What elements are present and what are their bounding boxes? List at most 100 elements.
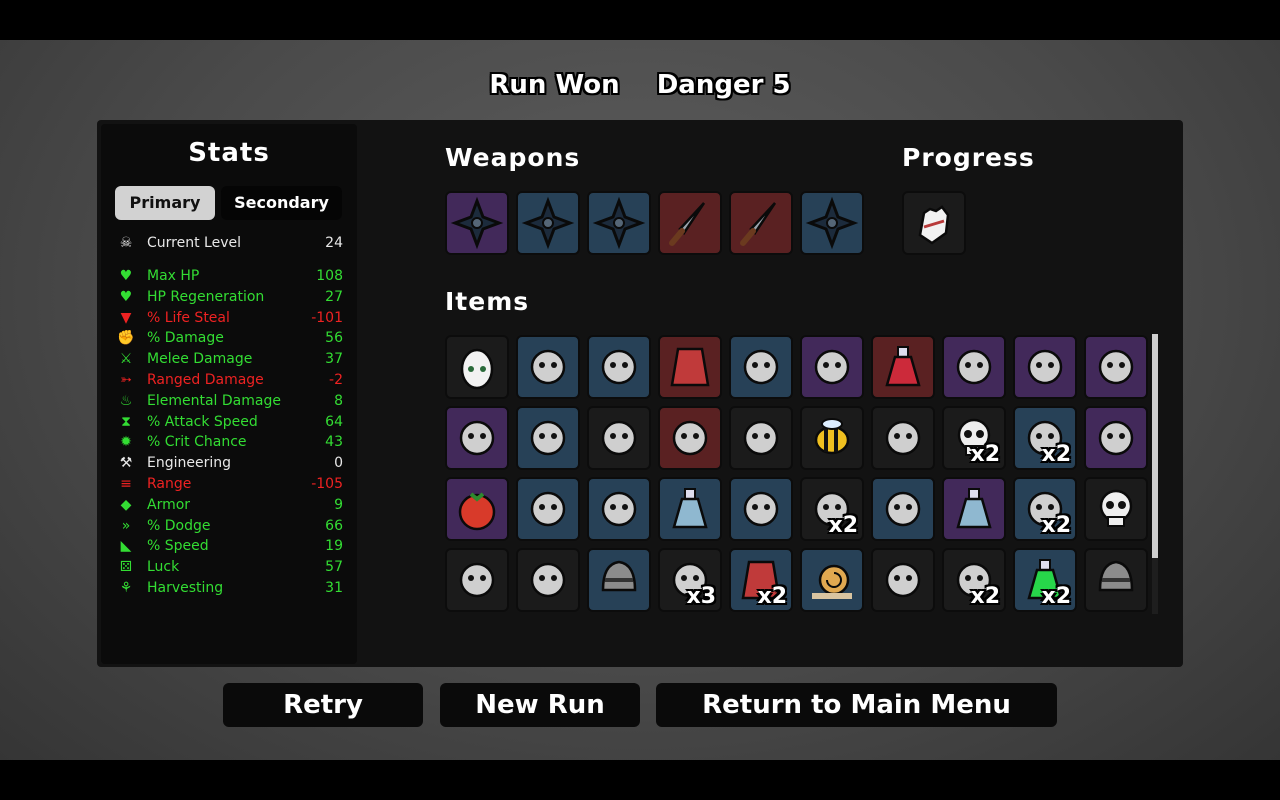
item-slot[interactable] bbox=[587, 335, 651, 399]
item-slot[interactable] bbox=[729, 477, 793, 541]
letterbox-bottom bbox=[0, 760, 1280, 800]
item-quantity: x2 bbox=[970, 442, 1001, 467]
stat-value: 56 bbox=[325, 330, 343, 347]
item-slot[interactable] bbox=[800, 335, 864, 399]
item-slot[interactable] bbox=[942, 335, 1006, 399]
stat-row-luck[interactable]: ⚄ Luck 57 bbox=[115, 557, 343, 577]
stat-value: 43 bbox=[325, 434, 343, 451]
item-quantity: x2 bbox=[1041, 584, 1072, 609]
skull-pile-icon bbox=[1099, 489, 1133, 527]
stat-row-hp-regeneration[interactable]: ♥ HP Regeneration 27 bbox=[115, 287, 343, 307]
item-slot[interactable] bbox=[942, 477, 1006, 541]
new-run-button[interactable]: New Run bbox=[440, 683, 640, 727]
stat-row-range[interactable]: ≡ Range -105 bbox=[115, 474, 343, 494]
stat-row-max-hp[interactable]: ♥ Max HP 108 bbox=[115, 266, 343, 286]
item-slot[interactable] bbox=[871, 477, 935, 541]
item-slot[interactable] bbox=[445, 548, 509, 612]
stat-value: 27 bbox=[325, 288, 343, 305]
retry-button[interactable]: Retry bbox=[223, 683, 423, 727]
item-slot[interactable] bbox=[658, 335, 722, 399]
items-scrollbar-thumb[interactable] bbox=[1152, 334, 1158, 558]
item-slot[interactable] bbox=[1084, 548, 1148, 612]
weapon-slot[interactable] bbox=[729, 191, 793, 255]
stat-row-damage[interactable]: ✊ % Damage 56 bbox=[115, 328, 343, 348]
robot-legs-icon bbox=[459, 420, 495, 456]
item-slot[interactable] bbox=[871, 548, 935, 612]
heart-icon: ♥ bbox=[119, 268, 133, 284]
item-slot[interactable] bbox=[445, 477, 509, 541]
weapon-slot[interactable] bbox=[587, 191, 651, 255]
potion-flask-icon bbox=[672, 488, 708, 529]
item-slot[interactable]: x3 bbox=[658, 548, 722, 612]
weapon-slot[interactable] bbox=[516, 191, 580, 255]
item-slot[interactable] bbox=[587, 406, 651, 470]
return-to-main-menu-button[interactable]: Return to Main Menu bbox=[656, 683, 1057, 727]
stat-row-ranged-damage[interactable]: ➳ Ranged Damage -2 bbox=[115, 370, 343, 390]
stat-row-harvesting[interactable]: ⚘ Harvesting 31 bbox=[115, 578, 343, 598]
items-title: Items bbox=[445, 287, 530, 316]
stat-row-life-steal[interactable]: ▼ % Life Steal -101 bbox=[115, 308, 343, 328]
item-slot[interactable] bbox=[445, 335, 509, 399]
item-slot[interactable] bbox=[871, 406, 935, 470]
weapon-slot[interactable] bbox=[445, 191, 509, 255]
stat-value: 66 bbox=[325, 517, 343, 534]
stat-row-elemental-damage[interactable]: ♨ Elemental Damage 8 bbox=[115, 391, 343, 411]
item-slot[interactable] bbox=[729, 335, 793, 399]
item-slot[interactable] bbox=[1013, 335, 1077, 399]
spirit-snake-icon bbox=[743, 420, 779, 456]
tab-secondary[interactable]: Secondary bbox=[221, 186, 342, 220]
item-slot[interactable]: x2 bbox=[942, 548, 1006, 612]
item-slot[interactable] bbox=[800, 406, 864, 470]
weapon-slot[interactable] bbox=[800, 191, 864, 255]
boot-icon: ◣ bbox=[120, 538, 132, 555]
item-slot[interactable]: x2 bbox=[1013, 406, 1077, 470]
item-slot[interactable] bbox=[516, 548, 580, 612]
item-slot[interactable]: x2 bbox=[800, 477, 864, 541]
weapon-slot[interactable] bbox=[658, 191, 722, 255]
item-slot[interactable] bbox=[516, 335, 580, 399]
item-slot[interactable] bbox=[587, 477, 651, 541]
item-slot[interactable] bbox=[516, 406, 580, 470]
stat-row-armor[interactable]: ◆ Armor 9 bbox=[115, 495, 343, 515]
stat-value: 31 bbox=[325, 580, 343, 596]
stat-value: -105 bbox=[311, 476, 343, 492]
stat-label: Harvesting bbox=[147, 580, 224, 596]
heart-plus-icon: ♥ bbox=[119, 288, 133, 305]
item-slot[interactable] bbox=[1084, 335, 1148, 399]
items-scrollbar[interactable] bbox=[1152, 334, 1158, 614]
item-slot[interactable]: x2 bbox=[942, 406, 1006, 470]
item-slot[interactable] bbox=[871, 335, 935, 399]
item-slot[interactable] bbox=[658, 406, 722, 470]
item-slot[interactable] bbox=[1084, 406, 1148, 470]
knight-helmet-icon bbox=[1098, 560, 1134, 592]
item-slot[interactable] bbox=[729, 406, 793, 470]
item-slot[interactable]: x2 bbox=[729, 548, 793, 612]
stat-row-engineering[interactable]: ⚒ Engineering 0 bbox=[115, 453, 343, 473]
bandaged-head-icon bbox=[530, 562, 566, 598]
stat-row-crit-chance[interactable]: ✹ % Crit Chance 43 bbox=[115, 432, 343, 452]
letterbox-top bbox=[0, 0, 1280, 40]
snail-icon bbox=[812, 564, 852, 599]
run-result-label: Run Won bbox=[489, 70, 620, 100]
item-slot[interactable] bbox=[1084, 477, 1148, 541]
stats-panel: Stats Primary Secondary ☠ Current Level 24… bbox=[101, 124, 357, 664]
item-slot[interactable] bbox=[445, 406, 509, 470]
item-slot[interactable] bbox=[800, 548, 864, 612]
stat-row-melee-damage[interactable]: ⚔ Melee Damage 37 bbox=[115, 349, 343, 369]
item-slot[interactable] bbox=[587, 548, 651, 612]
item-slot[interactable]: x2 bbox=[1013, 477, 1077, 541]
stat-row-speed[interactable]: ◣ % Speed 19 bbox=[115, 536, 343, 556]
item-quantity: x2 bbox=[970, 584, 1001, 609]
item-slot[interactable]: x2 bbox=[1013, 548, 1077, 612]
stat-row-current-level[interactable]: ☠ Current Level 24 bbox=[115, 233, 343, 253]
progress-slot[interactable] bbox=[902, 191, 966, 255]
cape-icon bbox=[670, 347, 710, 387]
snake-icon bbox=[601, 420, 637, 456]
stat-row-attack-speed[interactable]: ⧗ % Attack Speed 64 bbox=[115, 412, 343, 432]
tab-primary[interactable]: Primary bbox=[115, 186, 215, 220]
shuriken-icon bbox=[592, 196, 646, 250]
stat-row-dodge[interactable]: » % Dodge 66 bbox=[115, 516, 343, 536]
item-slot[interactable] bbox=[516, 477, 580, 541]
item-slot[interactable] bbox=[658, 477, 722, 541]
item-quantity: x2 bbox=[1041, 513, 1072, 538]
